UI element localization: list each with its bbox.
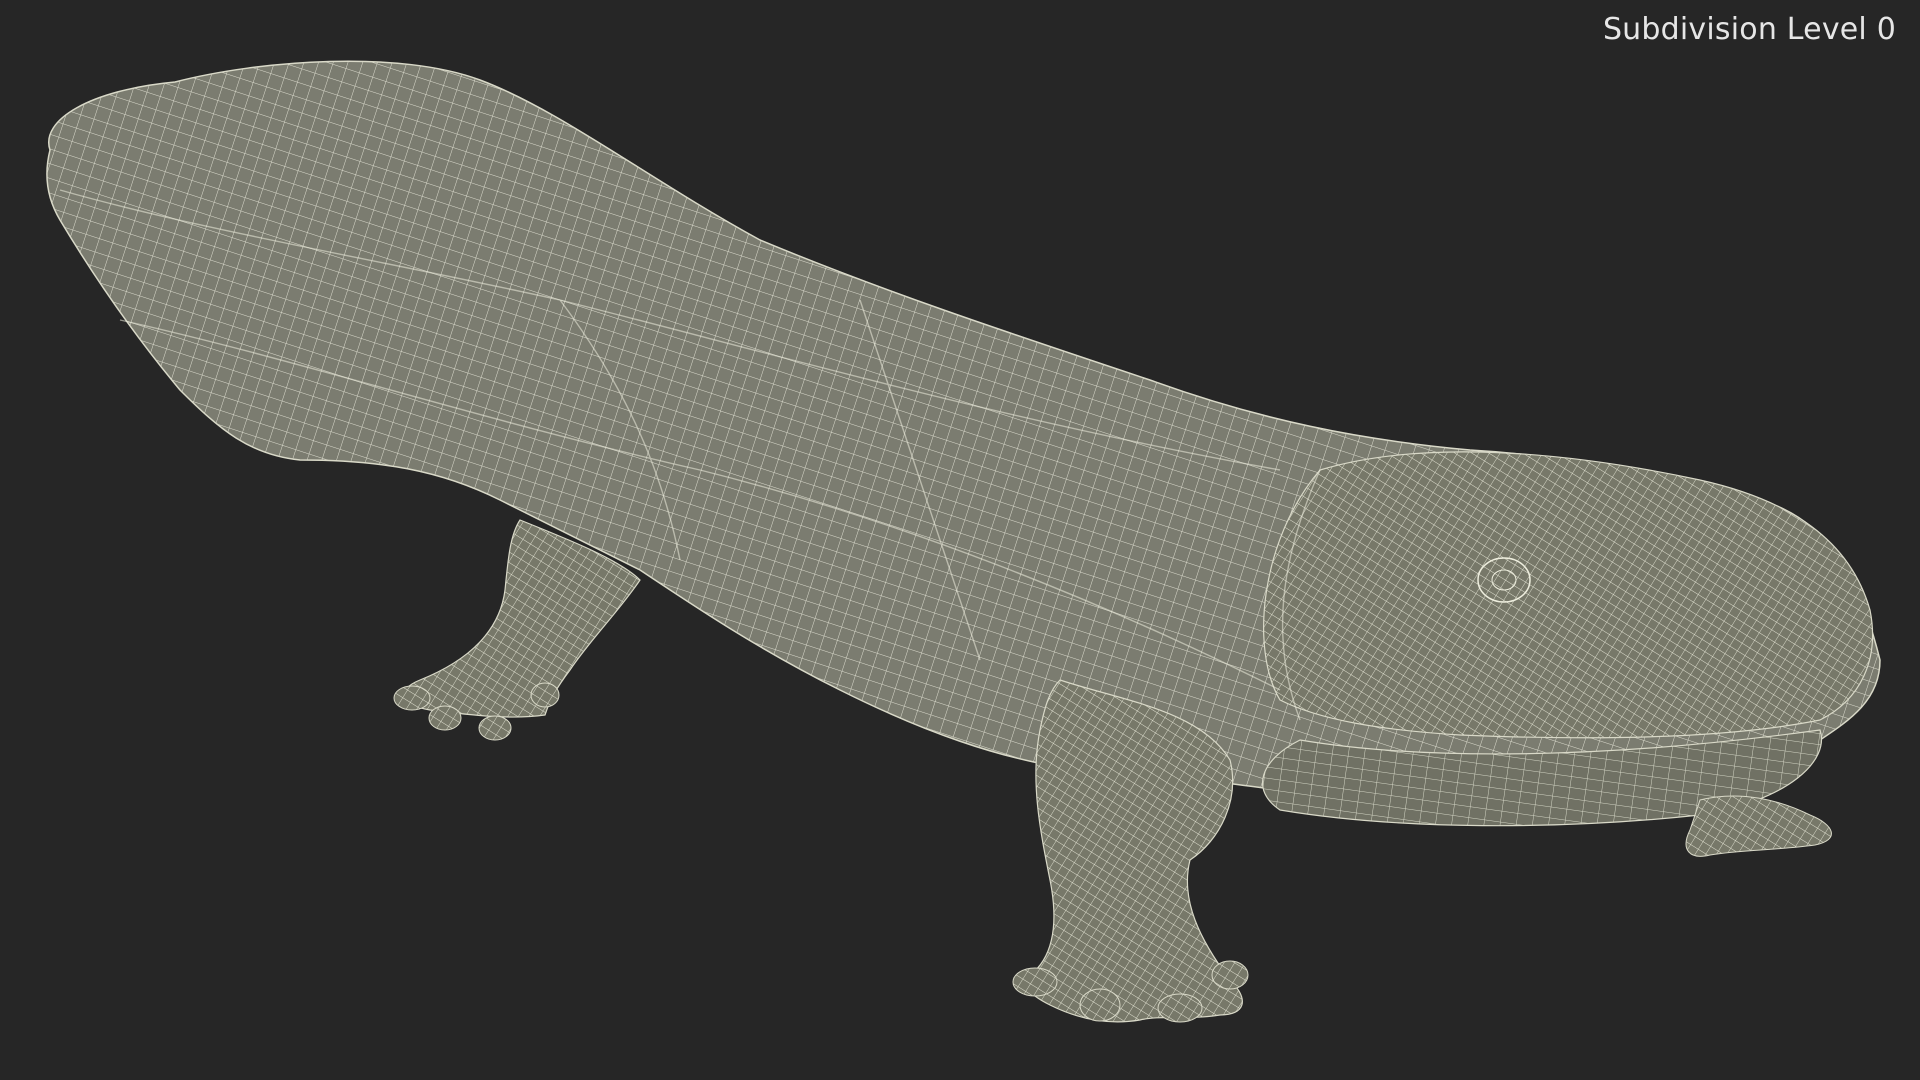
- eye-mesh: [1477, 557, 1531, 603]
- render-viewport: Subdivision Level 0: [0, 0, 1920, 1080]
- subdivision-level-label: Subdivision Level 0: [1602, 12, 1896, 47]
- far-front-foot-mesh: [1685, 795, 1832, 857]
- salamander-wireframe-model: [46, 60, 1881, 1023]
- head-mesh: [1263, 451, 1874, 739]
